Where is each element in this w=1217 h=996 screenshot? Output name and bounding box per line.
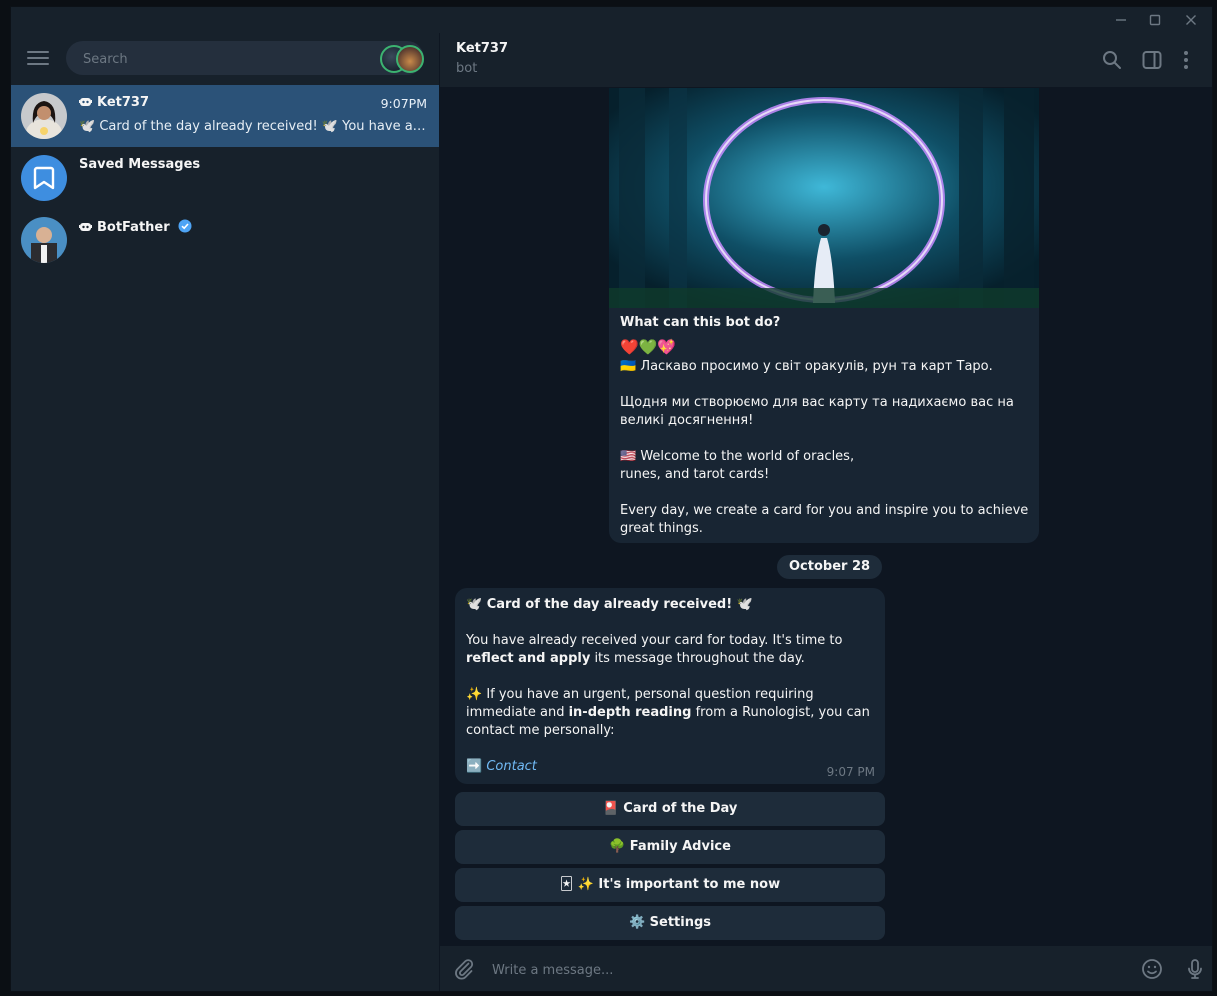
sidebar: Ket737 9:07PM 🕊️ Card of the day already… bbox=[11, 33, 440, 991]
search-icon bbox=[1103, 51, 1121, 69]
bot-intro-card: What can this bot do? ❤️💚💖 🇺🇦 Ласкаво пр… bbox=[609, 88, 1039, 543]
settings-button[interactable]: ⚙️ Settings bbox=[455, 906, 885, 940]
search-input[interactable] bbox=[81, 41, 365, 77]
intro-ua-line: 🇺🇦 Ласкаво просимо у світ оракулів, рун … bbox=[620, 359, 993, 374]
date-divider: October 28 bbox=[777, 555, 883, 579]
important-now-button[interactable]: 🃏 ✨ It's important to me now bbox=[455, 868, 885, 902]
maximize-icon bbox=[1149, 14, 1161, 26]
hamburger-menu-button[interactable] bbox=[25, 47, 51, 69]
intro-ua-line2: Щодня ми створюємо для вас карту та нади… bbox=[620, 395, 1014, 428]
chat-item-saved-messages[interactable]: Saved Messages bbox=[11, 147, 439, 209]
intro-en-line3: Every day, we create a card for you and … bbox=[620, 503, 1029, 536]
chat-header: Ket737 bot bbox=[440, 33, 1212, 88]
chat-time: 9:07PM bbox=[380, 96, 427, 111]
contact-link[interactable]: Contact bbox=[486, 759, 537, 774]
close-button[interactable] bbox=[1177, 9, 1205, 31]
family-advice-button[interactable]: 🌳 Family Advice bbox=[455, 830, 885, 864]
chat-name: Saved Messages bbox=[79, 157, 201, 172]
emoji-button[interactable] bbox=[1140, 957, 1164, 981]
bot-icon bbox=[79, 98, 92, 106]
more-button[interactable] bbox=[1174, 48, 1198, 72]
avatar bbox=[21, 217, 67, 263]
message-paragraph: ✨ If you have an urgent, personal questi… bbox=[466, 687, 870, 738]
verified-icon bbox=[178, 219, 192, 233]
more-vertical-icon bbox=[1184, 51, 1188, 69]
message-bubble[interactable]: 🕊️ Card of the day already received! 🕊️ … bbox=[455, 588, 885, 784]
microphone-button[interactable] bbox=[1183, 957, 1207, 981]
menu-line bbox=[27, 57, 49, 59]
bot-icon bbox=[79, 223, 92, 231]
arrow-right-icon: ➡️ bbox=[466, 759, 483, 774]
message-paragraph: You have already received your card for … bbox=[466, 633, 843, 666]
emoji-icon bbox=[1142, 959, 1162, 979]
avatar bbox=[21, 155, 67, 201]
intro-heading: What can this bot do? bbox=[620, 315, 781, 330]
app-window: Ket737 9:07PM 🕊️ Card of the day already… bbox=[10, 6, 1213, 992]
message-input[interactable] bbox=[490, 952, 1094, 988]
chat-name: Ket737 bbox=[79, 95, 149, 110]
sidebar-toggle-button[interactable] bbox=[1140, 48, 1164, 72]
maximize-button[interactable] bbox=[1141, 9, 1169, 31]
minimize-button[interactable] bbox=[1107, 9, 1135, 31]
contact-row: ➡️ Contact bbox=[466, 758, 874, 776]
story-avatar[interactable] bbox=[396, 45, 424, 73]
chat-preview: 🕊️ Card of the day already received! 🕊️ … bbox=[79, 119, 429, 134]
message-title: 🕊️ Card of the day already received! 🕊️ bbox=[466, 597, 753, 612]
intro-en-line2: runes, and tarot cards! bbox=[620, 467, 770, 482]
intro-hearts: ❤️💚💖 bbox=[620, 338, 677, 356]
message-list[interactable]: What can this bot do? ❤️💚💖 🇺🇦 Ласкаво пр… bbox=[440, 88, 1212, 945]
intro-image bbox=[609, 88, 1039, 308]
menu-line bbox=[27, 51, 49, 53]
message-time: 9:07 PM bbox=[826, 765, 875, 779]
title-bar bbox=[11, 7, 1212, 33]
search-box bbox=[66, 41, 424, 77]
bookmark-icon bbox=[33, 166, 55, 190]
chat-item-ket737[interactable]: Ket737 9:07PM 🕊️ Card of the day already… bbox=[11, 85, 439, 147]
chat-title[interactable]: Ket737 bbox=[456, 41, 508, 56]
chat-name: BotFather bbox=[79, 219, 192, 235]
avatar bbox=[21, 93, 67, 139]
menu-line bbox=[27, 63, 49, 65]
composer bbox=[440, 945, 1212, 991]
sidebar-toggle-icon bbox=[1142, 51, 1162, 69]
close-icon bbox=[1186, 15, 1196, 25]
attach-icon bbox=[455, 959, 474, 980]
microphone-icon bbox=[1188, 959, 1202, 979]
search-button[interactable] bbox=[1100, 48, 1124, 72]
chat-status: bot bbox=[456, 61, 478, 76]
chat-item-botfather[interactable]: BotFather bbox=[11, 209, 439, 271]
minimize-icon bbox=[1116, 19, 1126, 21]
card-of-the-day-button[interactable]: 🎴 Card of the Day bbox=[455, 792, 885, 826]
attach-button[interactable] bbox=[452, 957, 476, 981]
intro-en-line1: 🇺🇸 Welcome to the world of oracles, bbox=[620, 449, 855, 464]
